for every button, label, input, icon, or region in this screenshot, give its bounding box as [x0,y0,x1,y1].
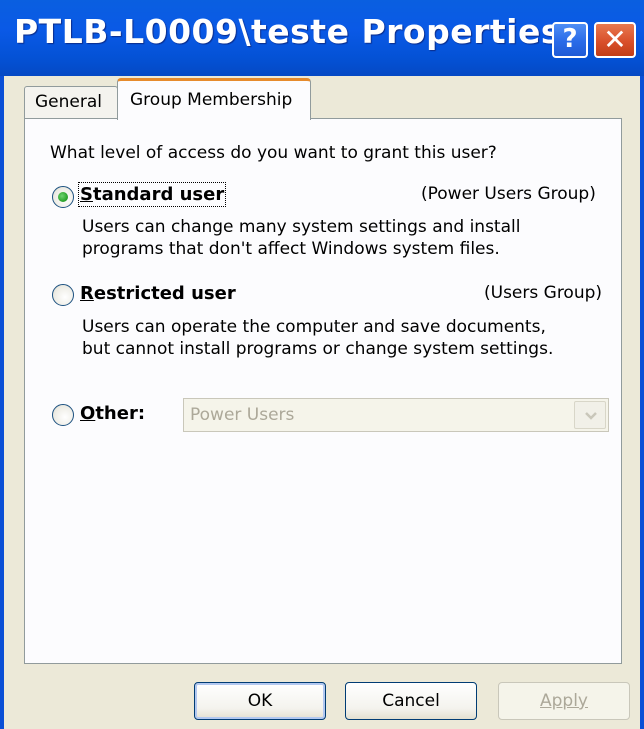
other-group-select-value: Power Users [190,405,295,425]
apply-button-label: Apply [540,691,588,711]
help-question-icon: ? [562,24,578,54]
title-bar[interactable]: PTLB-L0009\teste Properties ? ✕ [0,0,644,76]
ok-button[interactable]: OK [194,682,326,720]
standard-user-access-key: S [80,184,93,205]
cancel-button[interactable]: Cancel [345,682,477,720]
other-access-key: O [80,403,96,424]
help-button[interactable]: ? [552,22,588,58]
properties-dialog: PTLB-L0009\teste Properties ? ✕ General … [0,0,644,729]
standard-user-description: Users can change many system settings an… [82,216,520,260]
window-frame-left [0,76,4,729]
restricted-user-access-key: R [80,283,94,304]
apply-button[interactable]: Apply [498,682,630,720]
close-x-icon: ✕ [603,23,627,56]
restricted-user-label-rest: estricted user [93,283,236,304]
other-label[interactable]: Other: [80,403,145,424]
close-button[interactable]: ✕ [594,22,636,58]
access-question: What level of access do you want to gran… [50,143,497,163]
restricted-user-desc-line-1: Users can operate the computer and save … [82,317,546,337]
restricted-user-desc-line-2: but cannot install programs or change sy… [82,339,554,359]
restricted-user-description: Users can operate the computer and save … [82,316,553,360]
standard-user-radio[interactable] [52,186,74,208]
window-frame-right [640,76,644,729]
dropdown-arrow-button[interactable] [574,401,606,429]
restricted-user-label[interactable]: Restricted user [80,283,236,304]
other-group-select[interactable]: Power Users [183,398,609,432]
standard-user-label[interactable]: Standard user [77,182,227,207]
standard-user-group: (Power Users Group) [421,184,596,204]
tab-general[interactable]: General [24,86,118,118]
restricted-user-group: (Users Group) [484,283,603,303]
restricted-user-radio[interactable] [52,284,74,306]
other-label-rest: ther: [95,403,146,424]
tab-group-membership[interactable]: Group Membership [117,78,311,120]
standard-user-label-rest: tandard user [92,184,225,205]
standard-user-desc-line-1: Users can change many system settings an… [82,217,521,237]
other-radio[interactable] [52,404,74,426]
chevron-down-icon [585,412,597,420]
window-title: PTLB-L0009\teste Properties [14,12,561,51]
standard-user-desc-line-2: programs that don't affect Windows syste… [82,239,500,259]
